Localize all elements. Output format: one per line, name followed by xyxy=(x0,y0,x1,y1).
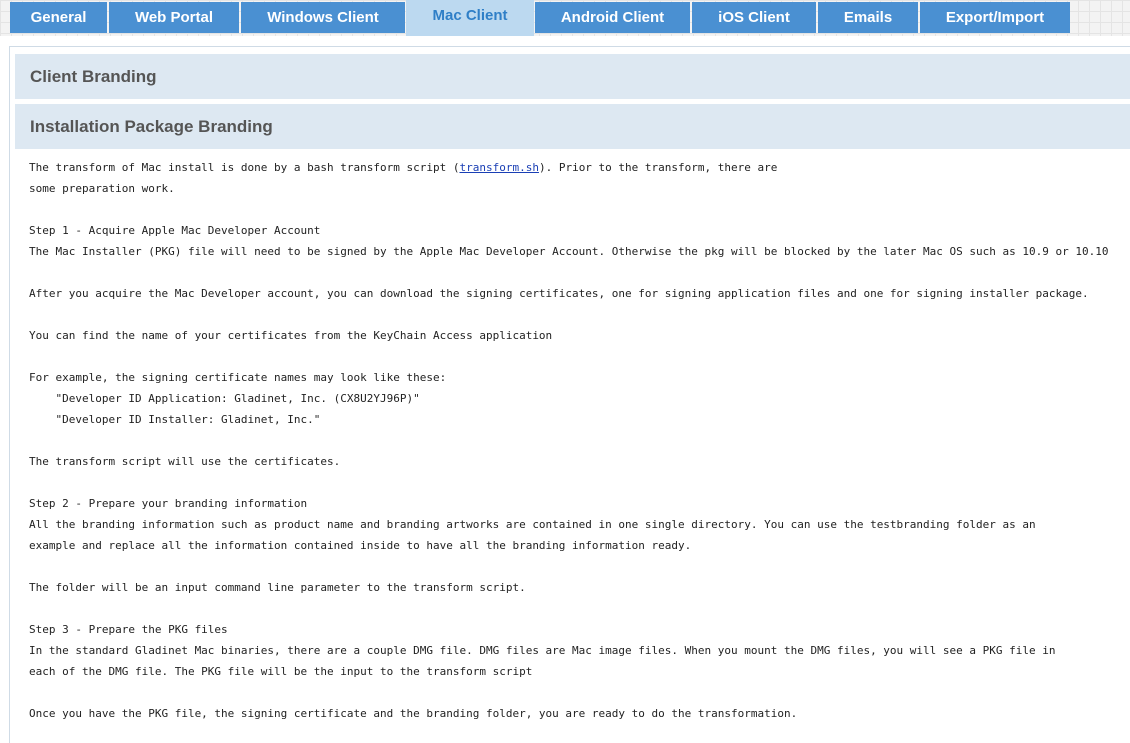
section-header-client-branding[interactable]: Client Branding xyxy=(15,54,1130,99)
certs-usage: The transform script will use the certif… xyxy=(29,455,341,468)
tab-general[interactable]: General xyxy=(10,2,107,33)
final-paragraph: Once you have the PKG file, the signing … xyxy=(29,707,798,720)
intro-text-cont: ). Prior to the transform, there are xyxy=(538,161,778,174)
tab-ios-client[interactable]: iOS Client xyxy=(692,2,816,33)
installation-instructions: The transform of Mac install is done by … xyxy=(29,157,1124,724)
example-cert-installer: "Developer ID Installer: Gladinet, Inc." xyxy=(29,413,321,426)
step3-line-1: In the standard Gladinet Mac binaries, t… xyxy=(29,644,1056,657)
intro-line-2: some preparation work. xyxy=(29,182,175,195)
step1-paragraph-3: You can find the name of your certificat… xyxy=(29,329,553,342)
step1-paragraph-2: After you acquire the Mac Developer acco… xyxy=(29,287,1089,300)
tab-mac-client[interactable]: Mac Client xyxy=(406,0,534,36)
transform-script-link[interactable]: transform.sh xyxy=(459,161,538,174)
step2-paragraph-2: The folder will be an input command line… xyxy=(29,581,526,594)
tab-windows-client[interactable]: Windows Client xyxy=(241,2,405,33)
tab-bar: General Web Portal Windows Client Mac Cl… xyxy=(0,0,1130,36)
intro-line: The transform of Mac install is done by … xyxy=(29,157,1124,178)
example-intro: For example, the signing certificate nam… xyxy=(29,371,447,384)
step1-title: Step 1 - Acquire Apple Mac Developer Acc… xyxy=(29,224,321,237)
step2-title: Step 2 - Prepare your branding informati… xyxy=(29,497,308,510)
tab-android-client[interactable]: Android Client xyxy=(535,2,690,33)
tab-export-import[interactable]: Export/Import xyxy=(920,2,1070,33)
step2-line-2: example and replace all the information … xyxy=(29,539,692,552)
step3-title: Step 3 - Prepare the PKG files xyxy=(29,623,228,636)
step1-text: The Mac Installer (PKG) file will need t… xyxy=(29,245,1109,258)
example-cert-application: "Developer ID Application: Gladinet, Inc… xyxy=(29,392,420,405)
step2-line-1: All the branding information such as pro… xyxy=(29,518,1036,531)
step3-line-2: each of the DMG file. The PKG file will … xyxy=(29,665,533,678)
tab-web-portal[interactable]: Web Portal xyxy=(109,2,239,33)
intro-text: The transform of Mac install is done by … xyxy=(29,161,460,174)
tab-emails[interactable]: Emails xyxy=(818,2,918,33)
section-header-installation-package-branding[interactable]: Installation Package Branding xyxy=(15,104,1130,149)
